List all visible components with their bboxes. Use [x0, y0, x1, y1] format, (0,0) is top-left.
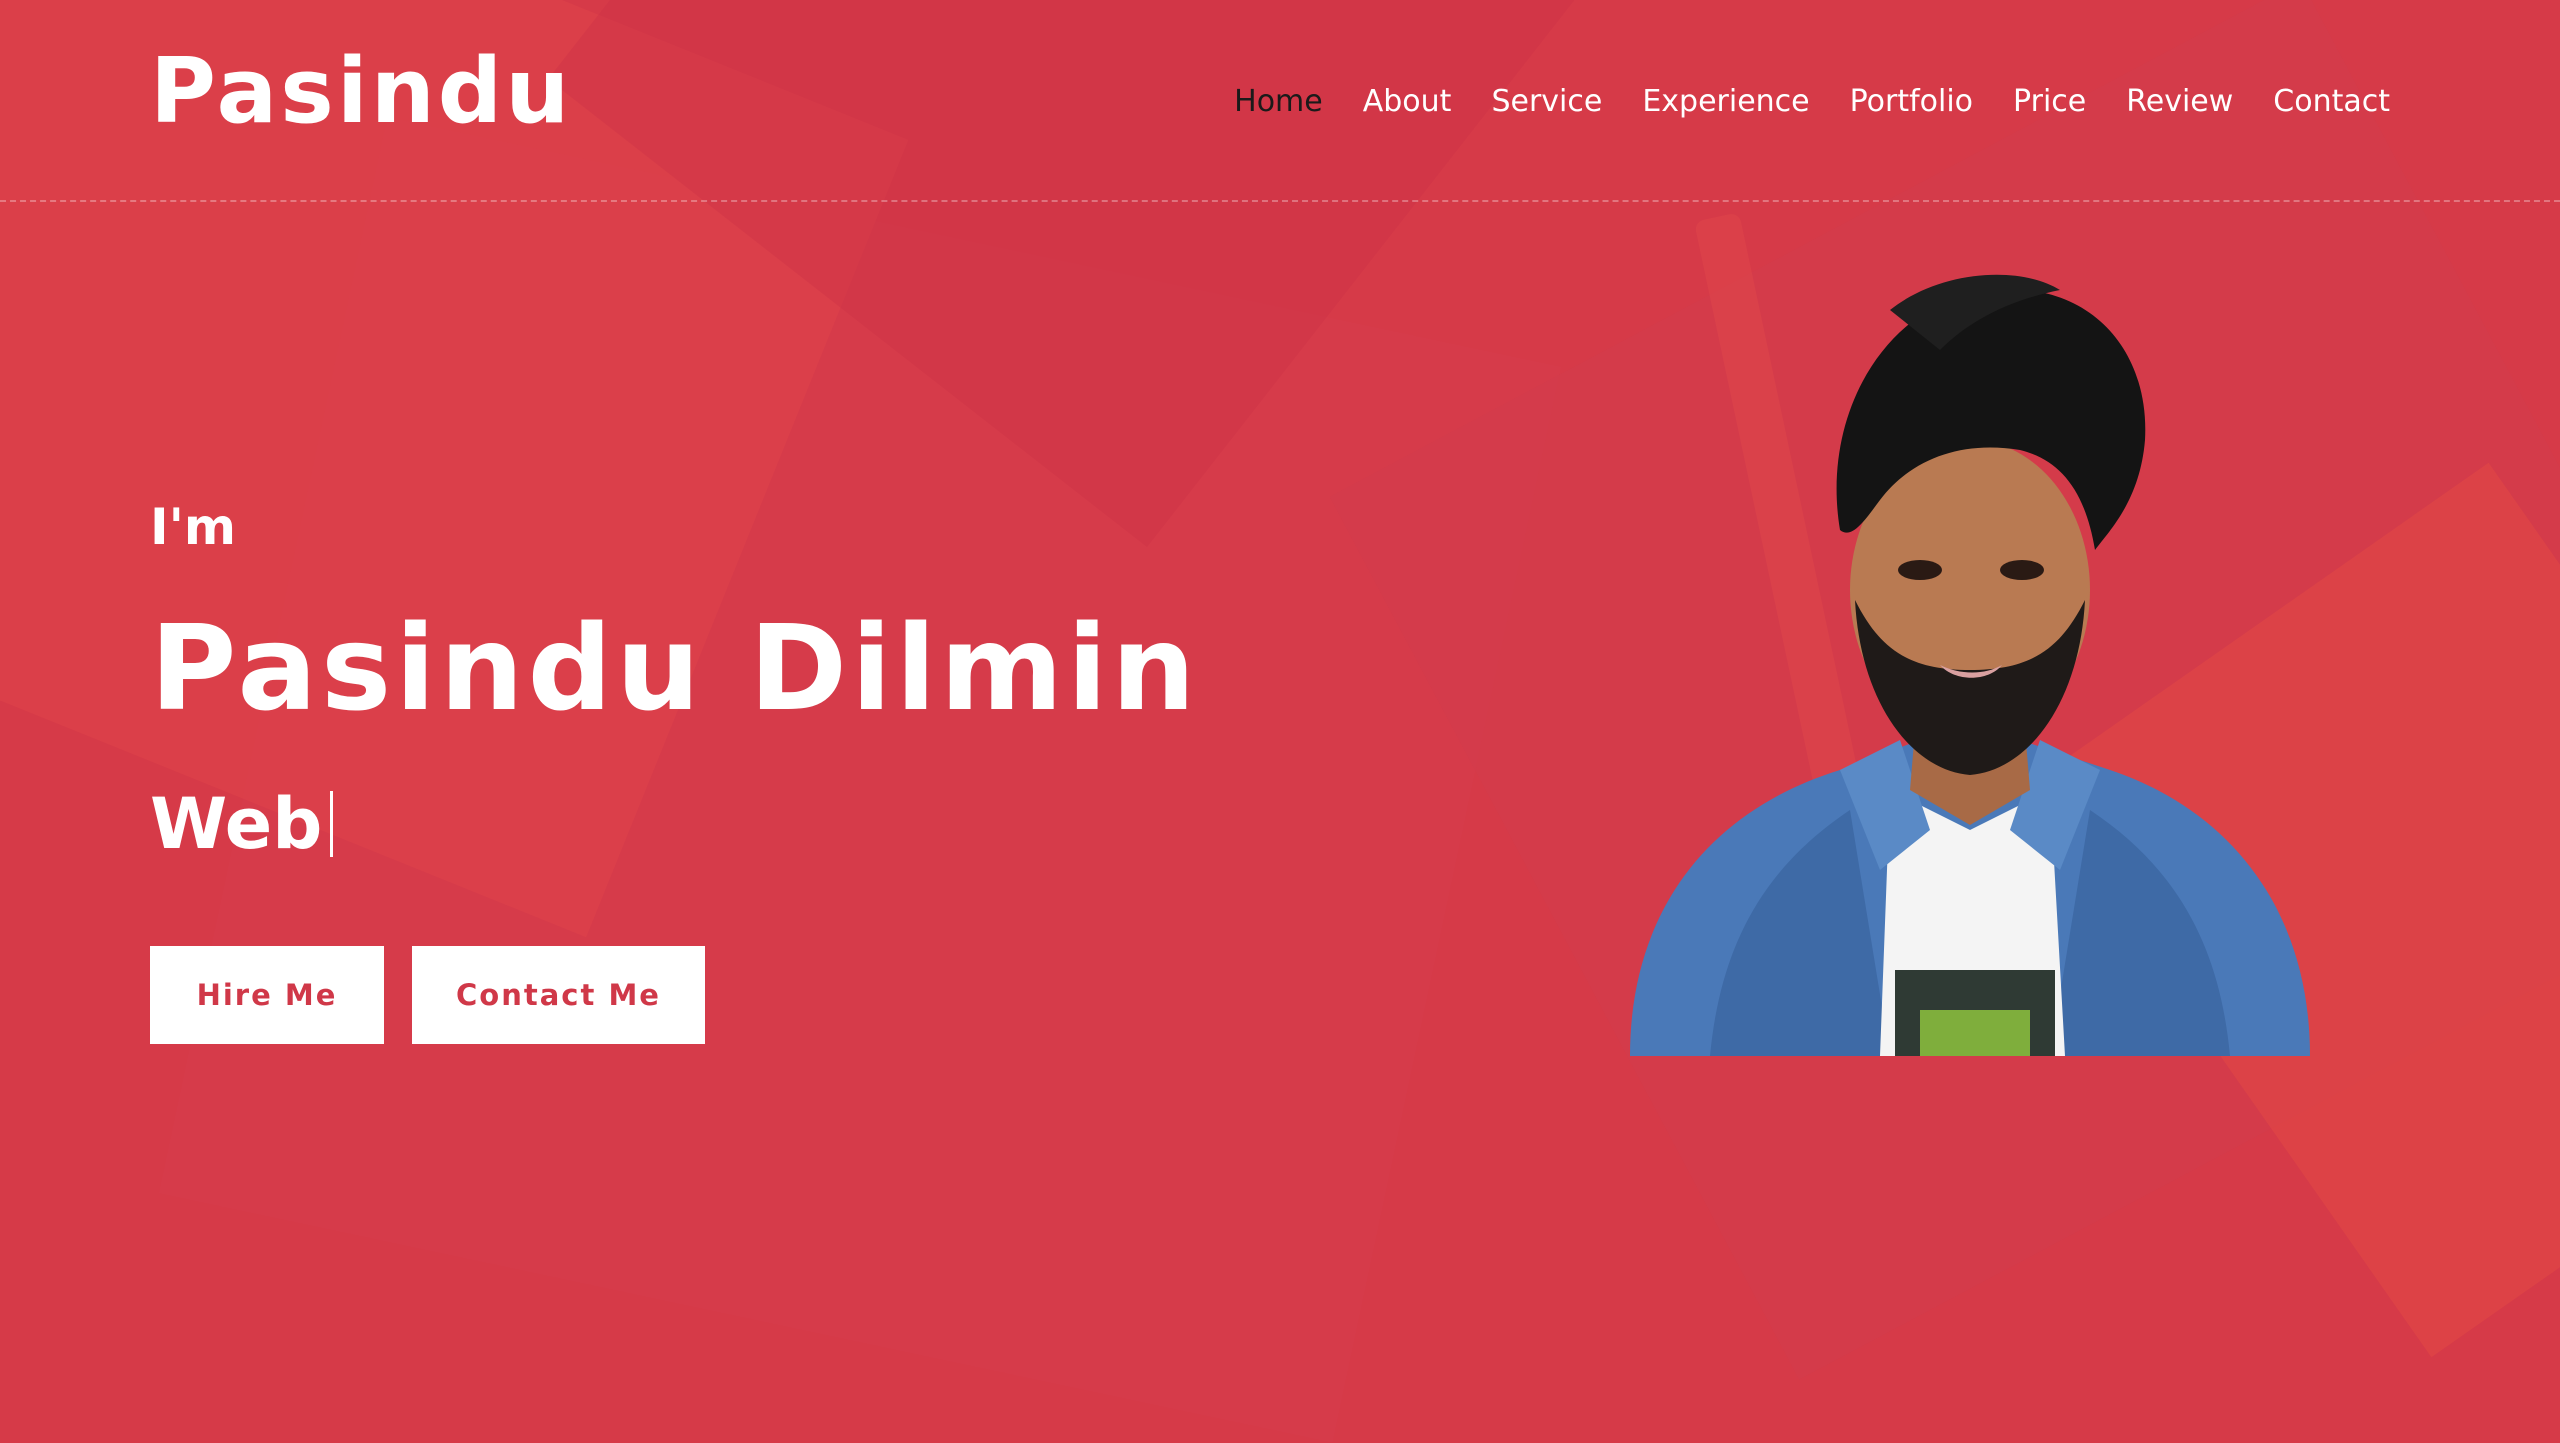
nav-review[interactable]: Review — [2126, 80, 2233, 124]
hero-intro: I'm — [150, 498, 237, 556]
nav-portfolio[interactable]: Portfolio — [1850, 80, 1973, 124]
site-header: Pasindu Home About Service Experience Po… — [0, 0, 2560, 202]
hire-me-button[interactable]: Hire Me — [150, 946, 384, 1044]
typed-role-text: Web — [150, 783, 323, 865]
hero-name: Pasindu Dilmin — [150, 599, 1200, 737]
nav-price[interactable]: Price — [2013, 80, 2086, 124]
nav-contact[interactable]: Contact — [2273, 80, 2390, 124]
nav-about[interactable]: About — [1363, 80, 1452, 124]
main-nav: Home About Service Experience Portfolio … — [1234, 80, 2390, 124]
site-logo[interactable]: Pasindu — [150, 42, 572, 141]
profile-portrait — [1630, 274, 2310, 1056]
hero-typed-role: Web — [150, 780, 334, 868]
nav-experience[interactable]: Experience — [1642, 80, 1809, 124]
contact-me-button[interactable]: Contact Me — [412, 946, 705, 1044]
typing-cursor — [330, 791, 334, 857]
nav-service[interactable]: Service — [1491, 80, 1602, 124]
background-shape — [158, 117, 1562, 1443]
nav-home[interactable]: Home — [1234, 80, 1323, 124]
